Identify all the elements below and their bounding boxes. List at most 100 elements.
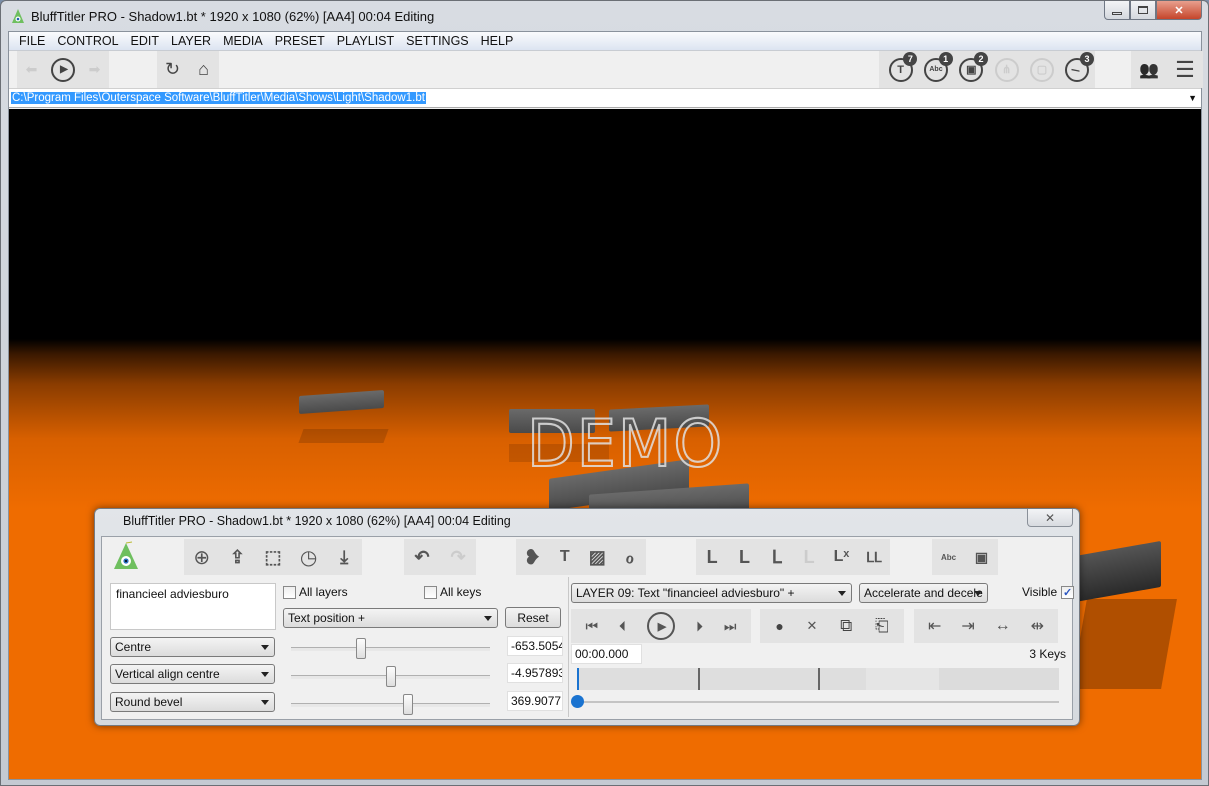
home-icon: ⌂ xyxy=(198,59,209,79)
save-button[interactable]: ⤓ xyxy=(331,544,357,570)
first-key-icon[interactable]: ⏮ xyxy=(585,618,598,635)
keyframe-timeline[interactable] xyxy=(577,668,1059,690)
property-select[interactable]: Text position + xyxy=(283,608,498,628)
path-input[interactable]: C:\Program Files\Outerspace Software\Blu… xyxy=(11,92,426,104)
cube-layers-button[interactable]: ▢ xyxy=(1029,57,1054,83)
minimize-button[interactable] xyxy=(1104,1,1130,20)
time-scrubber[interactable] xyxy=(571,695,1059,708)
blob-button[interactable]: ❥ xyxy=(521,544,544,570)
add-layer-button[interactable]: ⊕ xyxy=(189,544,215,570)
hamburger-menu-icon[interactable]: ☰ xyxy=(1175,57,1195,83)
expand-picture-button[interactable]: ▣ xyxy=(970,544,993,570)
z-value-input[interactable]: 369.9077: xyxy=(507,691,563,711)
layer-button[interactable]: L xyxy=(701,544,723,570)
select-region-button[interactable]: ⬚ xyxy=(260,544,286,570)
z-slider[interactable] xyxy=(291,694,490,715)
slider-thumb[interactable] xyxy=(355,638,366,659)
delete-layer-button[interactable]: Lˣ xyxy=(830,544,852,570)
x-value-input[interactable]: -653.5054 xyxy=(507,636,563,656)
back-button[interactable]: ⬅ xyxy=(22,57,41,83)
refresh-button[interactable]: ↻ xyxy=(162,57,183,83)
stretch-icon[interactable]: ↔ xyxy=(995,617,1011,635)
menu-settings[interactable]: SETTINGS xyxy=(400,34,475,48)
abc-layers-button[interactable]: Abc 1 xyxy=(923,51,953,83)
close-button[interactable]: ✕ xyxy=(1156,1,1202,20)
cube-layer-icon: ▢ xyxy=(1029,57,1054,82)
menu-preset[interactable]: PRESET xyxy=(269,34,331,48)
keyframe-marker[interactable] xyxy=(697,668,700,690)
align-select[interactable]: Centre xyxy=(110,637,275,657)
next-key-icon[interactable]: ⏵ xyxy=(696,618,703,635)
last-key-icon[interactable]: ⏭ xyxy=(724,618,737,635)
panel-client: ⊕ ⇪ ⬚ ◷ ⤓ ↶ ↷ ❥ T ▨ ℴ L L ᒪ L Lˣ ᒪᒪ Abc … xyxy=(101,536,1075,720)
y-slider[interactable] xyxy=(291,666,490,687)
menu-playlist[interactable]: PLAYLIST xyxy=(331,34,400,48)
easing-select[interactable]: Accelerate and decele xyxy=(859,583,988,603)
layer-types-group: ❥ T ▨ ℴ xyxy=(516,539,646,575)
picture-layer-count: 2 xyxy=(973,51,988,66)
paste-key-icon[interactable]: ⎗ xyxy=(875,616,889,636)
layer-select[interactable]: LAYER 09: Text "financieel adviesburo" + xyxy=(571,583,852,603)
maximize-button[interactable] xyxy=(1130,1,1156,20)
layer-text-input[interactable]: financieel adviesburo xyxy=(110,583,276,630)
keyframe-marker[interactable] xyxy=(577,668,579,690)
layer-link-button[interactable]: ᒪ xyxy=(766,544,788,570)
menu-file[interactable]: FILE xyxy=(13,34,51,48)
all-keys-checkbox[interactable]: All keys xyxy=(424,585,481,599)
forward-button[interactable]: ➡ xyxy=(85,57,104,83)
prev-key-icon[interactable]: ⏴ xyxy=(619,618,626,635)
image-button[interactable]: ▨ xyxy=(586,544,609,570)
undo-button[interactable]: ↶ xyxy=(409,544,435,570)
add-layer-icon: ⊕ xyxy=(193,546,211,569)
align-end-icon[interactable]: ⇥ xyxy=(961,616,974,636)
slider-thumb[interactable] xyxy=(385,666,396,687)
keyframe-marker[interactable] xyxy=(818,668,820,690)
play-icon[interactable]: ▶ xyxy=(646,612,675,640)
all-layers-checkbox[interactable]: All layers xyxy=(283,585,348,599)
layer-ops-group: L L ᒪ L Lˣ ᒪᒪ xyxy=(696,539,890,575)
text-button[interactable]: T xyxy=(554,544,577,570)
delete-key-icon[interactable]: ✕ xyxy=(807,618,818,634)
picture-layers-button[interactable]: ▣ 2 xyxy=(959,51,988,83)
menu-control[interactable]: CONTROL xyxy=(51,34,124,48)
playhead-handle[interactable] xyxy=(571,695,584,708)
slider-thumb[interactable] xyxy=(403,694,414,715)
menu-layer[interactable]: LAYER xyxy=(165,34,217,48)
particles-button[interactable]: ℴ xyxy=(619,544,642,570)
layer-child-button[interactable]: L xyxy=(733,544,755,570)
expand-text-button[interactable]: Abc xyxy=(937,544,960,570)
layer-unlink-button[interactable]: L xyxy=(798,544,820,570)
align-start-icon[interactable]: ⇤ xyxy=(928,616,941,636)
menu-media[interactable]: MEDIA xyxy=(217,34,269,48)
compress-icon[interactable]: ⇹ xyxy=(1031,616,1044,636)
path-combobox[interactable]: C:\Program Files\Outerspace Software\Blu… xyxy=(9,89,1201,108)
minimize-icon xyxy=(1112,11,1122,15)
reset-button[interactable]: Reset xyxy=(505,607,561,628)
visible-checkbox[interactable]: ✓ Visible xyxy=(1022,585,1075,599)
community-icon[interactable]: 👥 xyxy=(1139,60,1159,80)
home-button[interactable]: ⌂ xyxy=(193,57,214,83)
open-button[interactable]: ⇪ xyxy=(225,544,251,570)
vertical-align-select[interactable]: Vertical align centre xyxy=(110,664,275,684)
expand-picture-icon: ▣ xyxy=(974,548,989,565)
redo-button[interactable]: ↷ xyxy=(445,544,471,570)
text-layers-button[interactable]: T7 xyxy=(888,51,918,83)
panel-close-button[interactable]: ✕ xyxy=(1027,509,1073,527)
particles-layers-button[interactable]: ⋔ xyxy=(994,57,1019,83)
copy-key-icon[interactable]: ⧉ xyxy=(840,616,852,636)
y-value-input[interactable]: -4.957893 xyxy=(507,663,563,683)
x-slider[interactable] xyxy=(291,638,490,659)
clock-button[interactable]: ◷ xyxy=(296,544,322,570)
layer-unlink-icon: L xyxy=(803,546,815,567)
expand-group: Abc ▣ xyxy=(932,539,998,575)
menu-edit[interactable]: EDIT xyxy=(125,34,165,48)
play-button[interactable]: ▶ xyxy=(51,57,75,83)
forward-icon: ➡ xyxy=(88,61,101,77)
duplicate-layer-button[interactable]: ᒪᒪ xyxy=(863,544,885,570)
bevel-select[interactable]: Round bevel xyxy=(110,692,275,712)
menu-help[interactable]: HELP xyxy=(475,34,520,48)
record-key-icon[interactable]: ● xyxy=(775,618,783,634)
camera-layers-button[interactable]: /3 xyxy=(1060,51,1095,87)
time-input[interactable]: 00:00.000 xyxy=(571,644,642,664)
path-dropdown-icon[interactable]: ▼ xyxy=(1188,93,1197,103)
